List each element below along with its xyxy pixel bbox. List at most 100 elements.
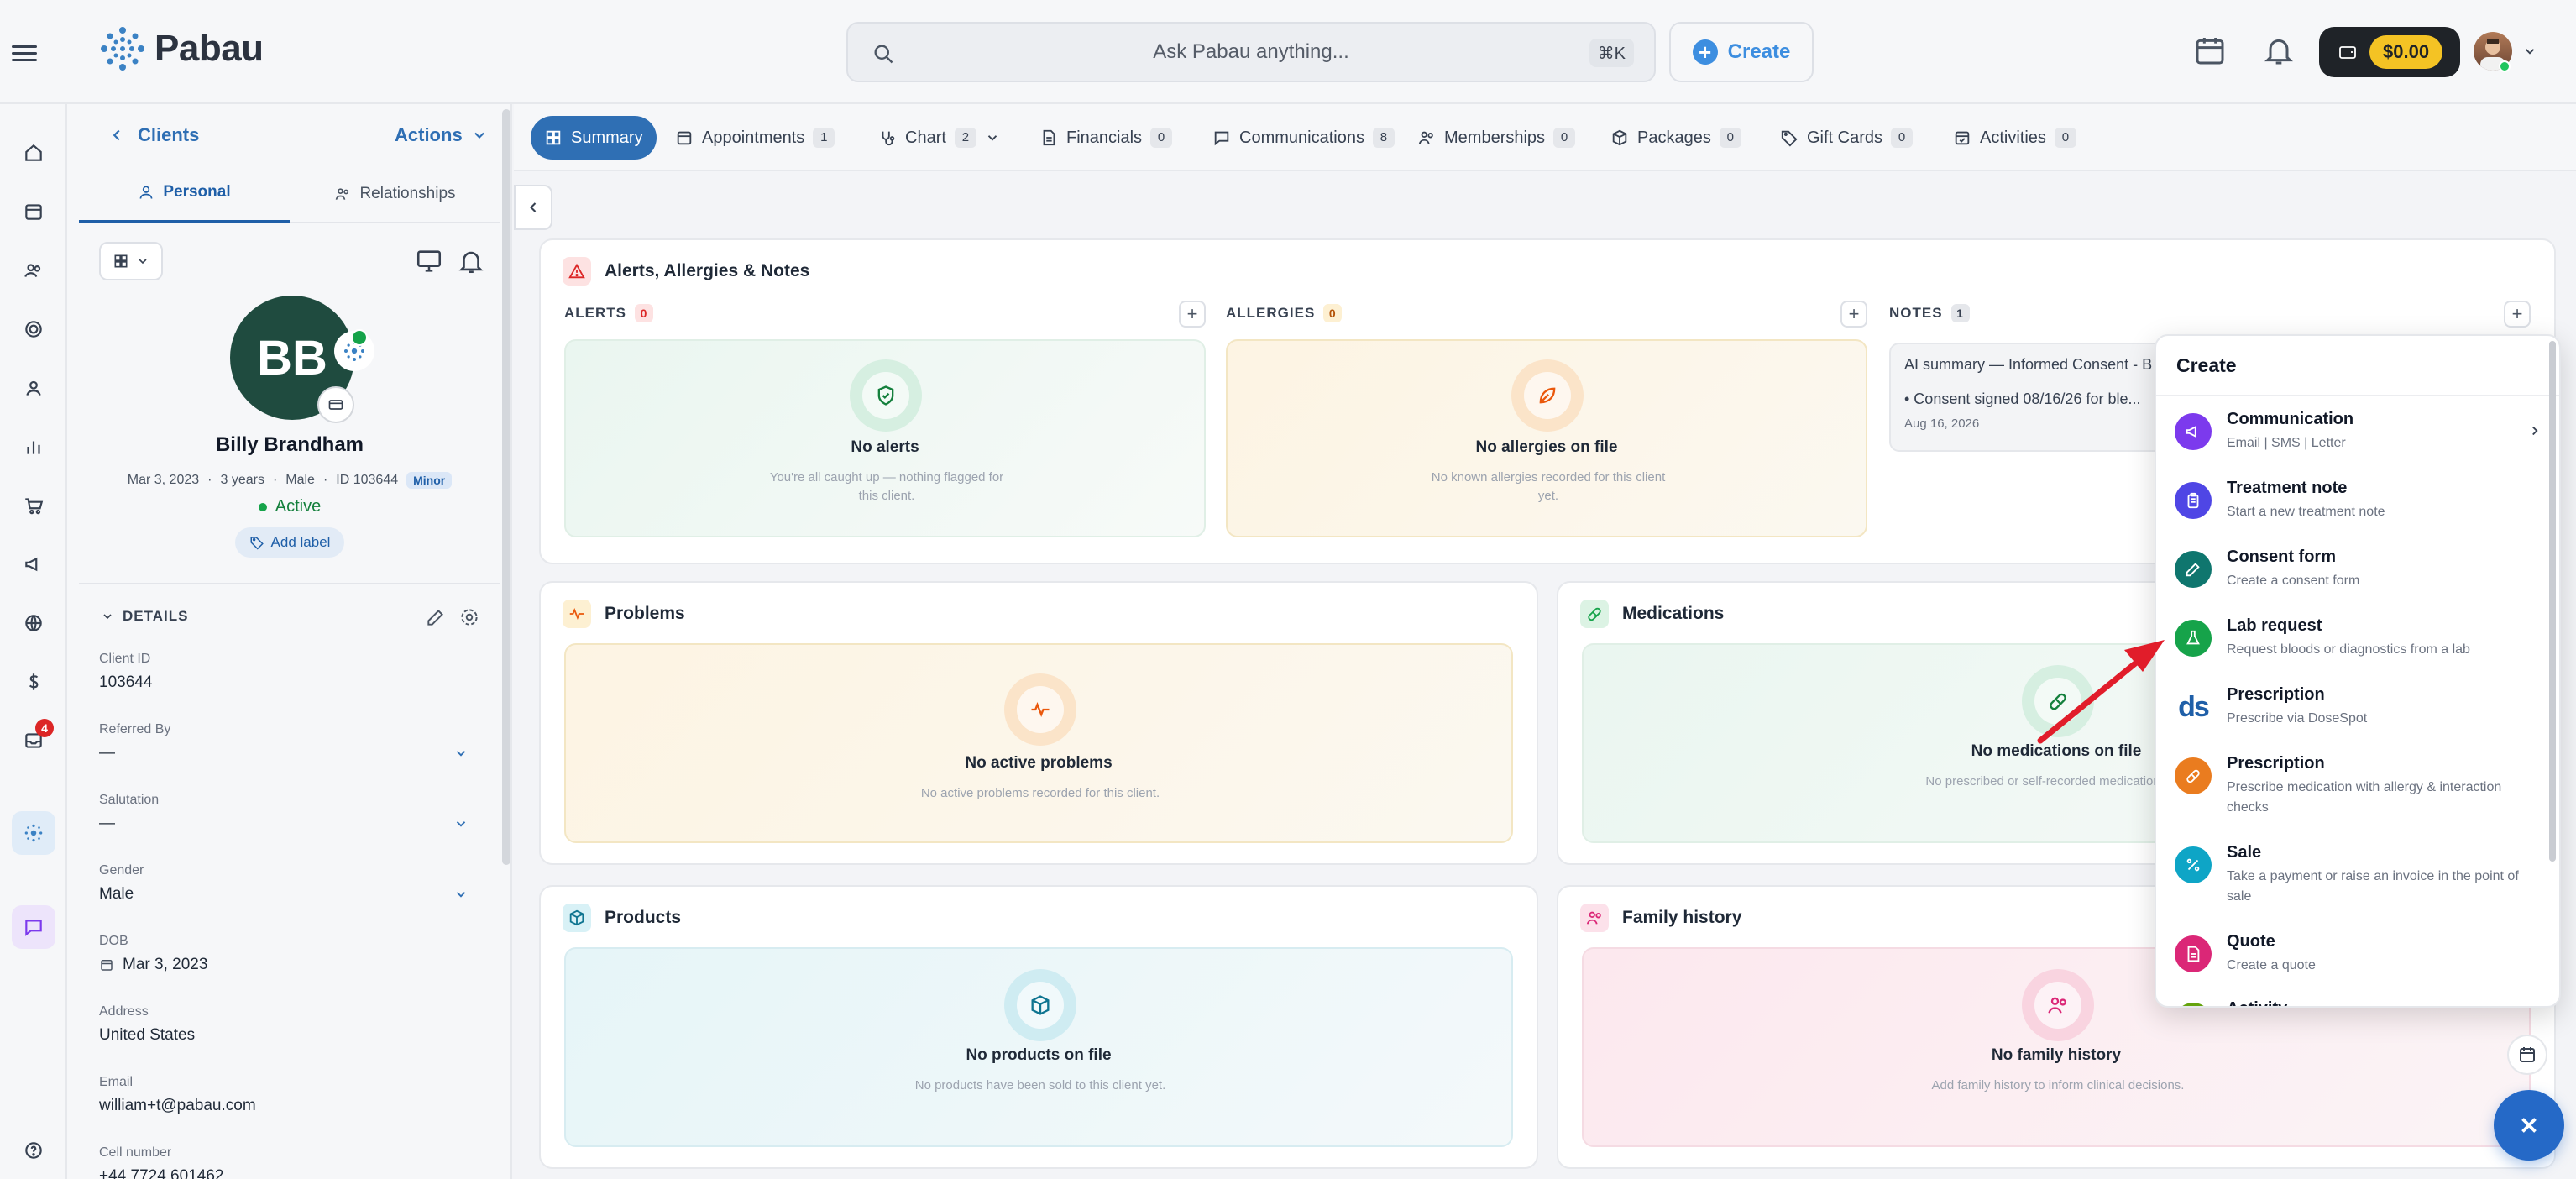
tab-financials[interactable]: Financials 0 <box>1026 116 1186 160</box>
bell-icon[interactable] <box>2262 34 2296 67</box>
search-input[interactable]: Ask Pabau anything... ⌘K <box>846 22 1656 82</box>
create-consent-form-item[interactable]: Consent form Create a consent form <box>2156 548 2559 603</box>
client-panel-scrollbar[interactable] <box>502 109 510 865</box>
calendar-icon[interactable] <box>2507 1035 2547 1075</box>
menu-item-desc: Create a quote <box>2227 958 2316 972</box>
menu-item-label: Prescription <box>2227 754 2325 773</box>
home-icon[interactable] <box>12 131 55 175</box>
menu-item-label: Activity <box>2227 999 2287 1006</box>
cart-icon[interactable] <box>12 484 55 527</box>
help-icon[interactable] <box>12 1129 55 1172</box>
products-empty-state: No products on file No products have bee… <box>564 947 1513 1147</box>
monitor-icon[interactable] <box>415 247 443 275</box>
divider <box>79 583 500 584</box>
pulse-icon <box>563 600 591 628</box>
notes-count: 1 <box>1950 304 1970 322</box>
client-tab-bar: Summary Appointments 1 Chart 2 Financial… <box>514 104 2576 171</box>
online-status-dot <box>2499 60 2511 72</box>
details-section-toggle[interactable]: DETAILS <box>101 608 188 625</box>
allergies-empty-state: No allergies on file No known allergies … <box>1226 339 1867 537</box>
tab-chart[interactable]: Chart 2 <box>865 116 1013 160</box>
note-item[interactable]: AI summary — Informed Consent - B • Cons… <box>1889 343 2166 452</box>
edit-icon[interactable] <box>425 606 447 628</box>
inbox-icon[interactable]: 4 <box>12 719 55 762</box>
tab-gift-cards[interactable]: Gift Cards 0 <box>1767 116 1926 160</box>
calendar-icon[interactable] <box>2193 34 2227 67</box>
chevron-down-icon[interactable] <box>2522 44 2537 59</box>
field-value: william+t@pabau.com <box>99 1097 256 1114</box>
tab-summary[interactable]: Summary <box>531 116 657 160</box>
box-icon <box>563 904 591 932</box>
megaphone-icon[interactable] <box>12 542 55 586</box>
chevron-down-icon <box>456 751 466 757</box>
warning-icon <box>563 257 591 286</box>
add-note-button[interactable]: + <box>2504 301 2531 328</box>
create-treatment-note-item[interactable]: Treatment note Start a new treatment not… <box>2156 479 2559 534</box>
calendar-icon[interactable] <box>12 190 55 233</box>
create-button[interactable]: + Create <box>1669 22 1814 82</box>
create-prescription-dosespot-item[interactable]: ds Prescription Prescribe via DoseSpot <box>2156 685 2559 741</box>
close-create-menu-button[interactable] <box>2494 1090 2564 1161</box>
create-activity-item[interactable]: Activity <box>2156 999 2559 1006</box>
menu-icon[interactable] <box>12 45 37 61</box>
tab-personal[interactable]: Personal <box>79 165 290 223</box>
shield-icon <box>850 359 922 432</box>
search-shortcut: ⌘K <box>1589 39 1634 67</box>
left-navigation-rail: 4 <box>0 104 67 1179</box>
back-to-clients-link[interactable]: Clients <box>107 124 199 146</box>
field-gender[interactable]: Gender Male <box>99 863 469 904</box>
globe-icon[interactable] <box>12 601 55 645</box>
create-prescription-item[interactable]: Prescription Prescribe medication with a… <box>2156 754 2559 830</box>
add-alert-button[interactable]: + <box>1179 301 1206 328</box>
tab-personal-label: Personal <box>163 183 231 201</box>
tab-appointments[interactable]: Appointments 1 <box>662 116 848 160</box>
tab-label: Summary <box>571 128 643 147</box>
empty-text: Add family history to inform clinical de… <box>1931 1078 2185 1093</box>
wallet-balance-button[interactable]: $0.00 <box>2319 27 2460 77</box>
tab-count: 0 <box>1891 128 1914 148</box>
chevron-down-icon[interactable] <box>985 130 1000 145</box>
create-sale-item[interactable]: Sale Take a payment or raise an invoice … <box>2156 843 2559 919</box>
tab-memberships[interactable]: Memberships 0 <box>1404 116 1589 160</box>
pabau-logo[interactable]: Pabau <box>99 25 264 72</box>
divider <box>2156 395 2559 396</box>
field-dob[interactable]: DOB Mar 3, 2023 <box>99 934 469 974</box>
create-communication-item[interactable]: Communication Email | SMS | Letter <box>2156 410 2559 465</box>
add-allergy-button[interactable]: + <box>1840 301 1867 328</box>
tab-activities[interactable]: Activities 0 <box>1940 116 2090 160</box>
tab-relationships[interactable]: Relationships <box>290 165 500 223</box>
tab-communications[interactable]: Communications 8 <box>1199 116 1408 160</box>
gear-icon[interactable] <box>458 606 480 628</box>
create-quote-item[interactable]: Quote Create a quote <box>2156 932 2559 988</box>
layout-toggle-button[interactable] <box>99 242 163 280</box>
alerts-empty-state: No alerts You're all caught up — nothing… <box>564 339 1206 537</box>
empty-title: No allergies on file <box>1475 438 1618 456</box>
tab-packages[interactable]: Packages 0 <box>1597 116 1755 160</box>
dollar-icon[interactable] <box>12 660 55 704</box>
field-value: 103644 <box>99 673 153 691</box>
field-referred-by[interactable]: Referred By — <box>99 722 469 762</box>
alerts-card-title: Alerts, Allergies & Notes <box>563 257 809 286</box>
reports-icon[interactable] <box>12 425 55 469</box>
field-label: Cell number <box>99 1145 172 1160</box>
users-icon <box>2022 969 2094 1041</box>
collapse-panel-button[interactable] <box>514 185 552 230</box>
menu-item-label: Sale <box>2227 843 2262 862</box>
users-icon[interactable] <box>12 249 55 292</box>
bell-icon[interactable] <box>457 247 485 275</box>
contact-icon[interactable] <box>12 366 55 410</box>
tab-count: 2 <box>954 128 976 148</box>
id-card-icon[interactable] <box>317 386 354 423</box>
chat-icon[interactable] <box>12 905 55 949</box>
add-label-button[interactable]: Add label <box>235 527 344 558</box>
actions-dropdown[interactable]: Actions <box>395 124 488 146</box>
menu-item-label: Prescription <box>2227 685 2325 704</box>
field-salutation[interactable]: Salutation — <box>99 793 469 833</box>
tab-count: 0 <box>1150 128 1173 148</box>
sparkle-icon[interactable] <box>12 811 55 855</box>
create-lab-request-item[interactable]: Lab request Request bloods or diagnostic… <box>2156 616 2559 672</box>
person-icon <box>139 186 153 199</box>
target-icon[interactable] <box>12 307 55 351</box>
menu-item-label: Consent form <box>2227 548 2336 566</box>
tab-label: Chart <box>905 128 946 147</box>
